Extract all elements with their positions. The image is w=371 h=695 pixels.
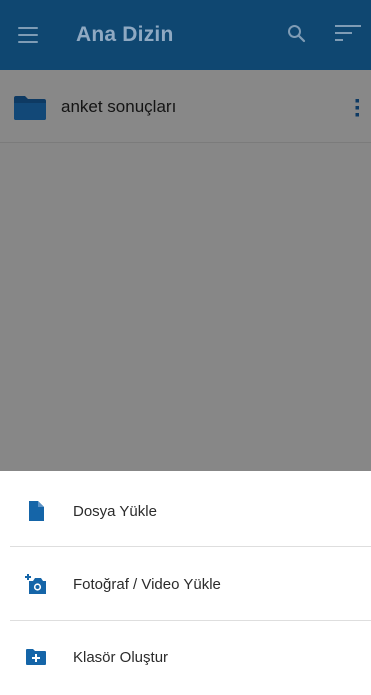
upload-file-label: Dosya Yükle: [73, 503, 157, 520]
add-camera-icon: [24, 572, 48, 596]
divider: [10, 546, 371, 547]
upload-photo-video-button[interactable]: Fotoğraf / Video Yükle: [0, 548, 371, 621]
folder-name: anket sonuçları: [61, 97, 177, 116]
upload-photo-video-label: Fotoğraf / Video Yükle: [73, 576, 221, 593]
folder-icon: [13, 95, 47, 121]
create-folder-icon: [24, 645, 48, 669]
more-options-icon[interactable]: [352, 97, 362, 119]
create-folder-label: Klasör Oluştur: [73, 649, 169, 666]
page-title: Ana Dizin: [76, 23, 174, 46]
menu-icon[interactable]: [18, 27, 38, 43]
list-item-folder[interactable]: anket sonuçları: [0, 70, 371, 143]
app-toolbar: Ana Dizin: [0, 0, 371, 70]
sort-icon[interactable]: [335, 23, 361, 45]
search-icon[interactable]: [285, 22, 309, 46]
create-folder-button[interactable]: Klasör Oluştur: [0, 621, 371, 694]
upload-file-button[interactable]: Dosya Yükle: [0, 475, 371, 548]
file-list: anket sonuçları: [0, 70, 371, 471]
file-upload-icon: [24, 499, 48, 523]
bottom-sheet: Dosya Yükle Fotoğraf / Video Yükle Klasö…: [0, 471, 371, 695]
